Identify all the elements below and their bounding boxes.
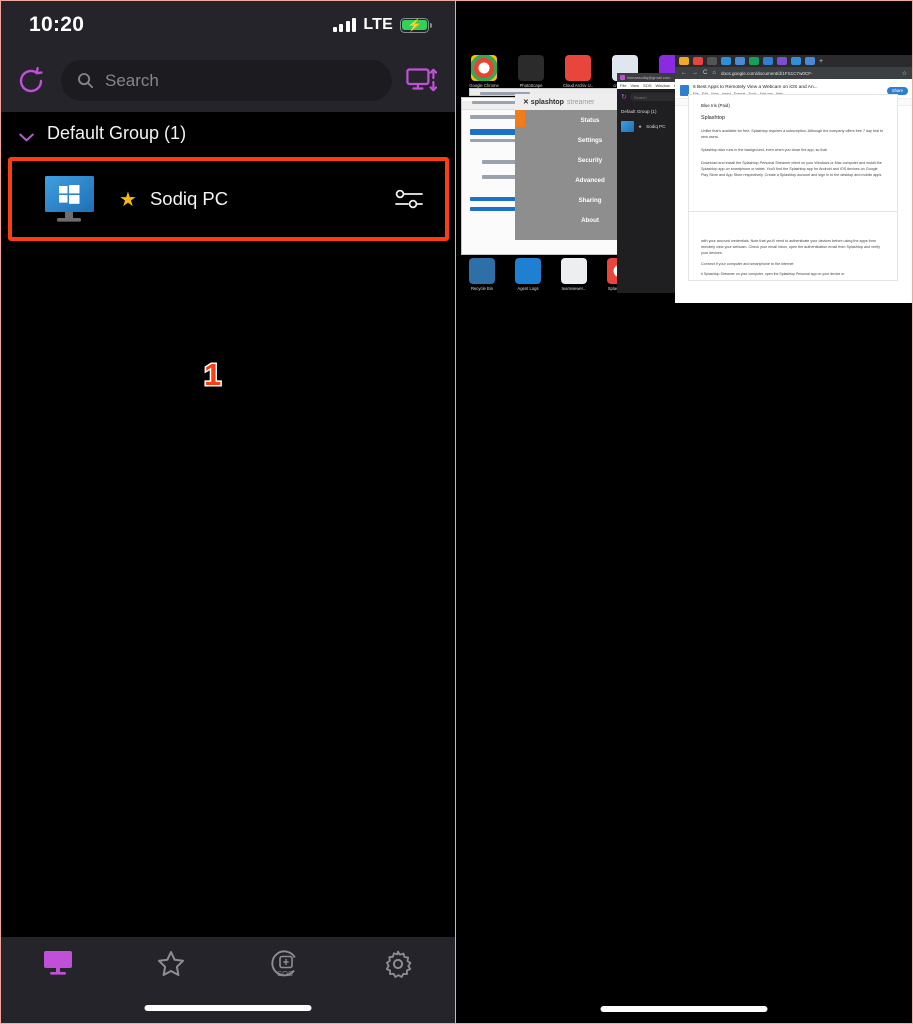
- desktop-icon: Agent Logs: [507, 258, 549, 291]
- svg-text:SOS: SOS: [277, 969, 293, 978]
- chrome-browser-window[interactable]: + ←→ C⌂ docs.google.com/document/d/1FS1C…: [675, 55, 913, 303]
- top-search-bar: Search: [1, 49, 455, 112]
- device-row[interactable]: ★ Sodiq PC: [12, 161, 445, 237]
- monitor-select-icon[interactable]: [406, 67, 437, 94]
- sidebar-item-computers[interactable]: [1, 950, 115, 976]
- device-name: Sodiq PC: [150, 188, 395, 210]
- doc-line: Splashtop: [701, 115, 885, 121]
- device-list: Default Group (1): [1, 112, 455, 1024]
- chevron-down-icon: [19, 129, 34, 138]
- desktop-icon: Google Chrome: [463, 55, 505, 88]
- desktop-icon: teamviewer...: [553, 258, 595, 291]
- doc-line: Blue Iris (Paid): [701, 103, 885, 108]
- network-type-label: LTE: [363, 16, 393, 34]
- device-list-screen: 10:20 LTE ⚡: [0, 0, 455, 1024]
- doc-line: Unlike that's available for free, Splash…: [701, 128, 885, 140]
- desktop-icon: PhotoScape: [510, 55, 552, 88]
- sos-icon: SOS: [270, 950, 300, 978]
- search-input[interactable]: Search: [61, 60, 392, 101]
- desktop-icon: Cloud Archiv U..: [557, 55, 599, 88]
- gear-icon: [384, 950, 412, 978]
- share-button[interactable]: Share: [887, 87, 908, 95]
- device-row-highlight: ★ Sodiq PC: [8, 157, 449, 241]
- doc-title: 6 Best Apps to Remotely View a Webcam on…: [693, 85, 883, 90]
- sidebar-item-sos[interactable]: SOS: [228, 950, 342, 978]
- ios-status-bar: 10:20 LTE ⚡: [1, 1, 455, 49]
- cellular-signal-icon: [333, 19, 357, 32]
- home-indicator: [145, 1005, 312, 1011]
- screenshot-root: 10:20 LTE ⚡: [0, 0, 913, 1024]
- remote-session-screen: Google Chrome PhotoScape Cloud Archiv U.…: [455, 0, 913, 1024]
- battery-charging-icon: ⚡: [400, 18, 429, 33]
- star-outline-icon: [157, 950, 185, 977]
- doc-line: Splashtop also runs in the background, e…: [701, 147, 885, 153]
- remote-desktop-bottom-icons: Recycle Bin Agent Logs teamviewer... Spl…: [461, 258, 641, 291]
- sidebar-item-settings[interactable]: [342, 950, 456, 978]
- remote-desktop-view[interactable]: Google Chrome PhotoScape Cloud Archiv U.…: [457, 51, 913, 328]
- status-bar-time: 10:20: [29, 13, 84, 37]
- desktop-icon: Recycle Bin: [461, 258, 503, 291]
- doc-line: with your account credentials. Note that…: [701, 238, 885, 256]
- browser-url: docs.google.com/document/d/1FS1C7w0CF-: [721, 71, 897, 76]
- search-icon: [77, 72, 94, 89]
- group-header[interactable]: Default Group (1): [1, 112, 455, 155]
- group-title: Default Group (1): [47, 123, 186, 144]
- refresh-icon[interactable]: [15, 65, 47, 97]
- doc-line: h Splashtop Streamer on your computer, o…: [701, 272, 885, 276]
- annotation-badge-1: 1: [204, 357, 221, 393]
- doc-line: Connect if your computer and smartphone …: [701, 262, 885, 266]
- monitor-icon: [43, 950, 73, 976]
- search-placeholder: Search: [105, 71, 159, 91]
- sliders-icon[interactable]: [395, 188, 423, 210]
- doc-line: Download and install the Splashtop Perso…: [701, 160, 885, 178]
- home-indicator: [601, 1006, 768, 1012]
- star-icon: ★: [119, 187, 137, 212]
- sidebar-item-favorites[interactable]: [115, 950, 229, 977]
- windows-computer-icon: [44, 176, 98, 223]
- bottom-tab-bar: SOS: [1, 937, 455, 1023]
